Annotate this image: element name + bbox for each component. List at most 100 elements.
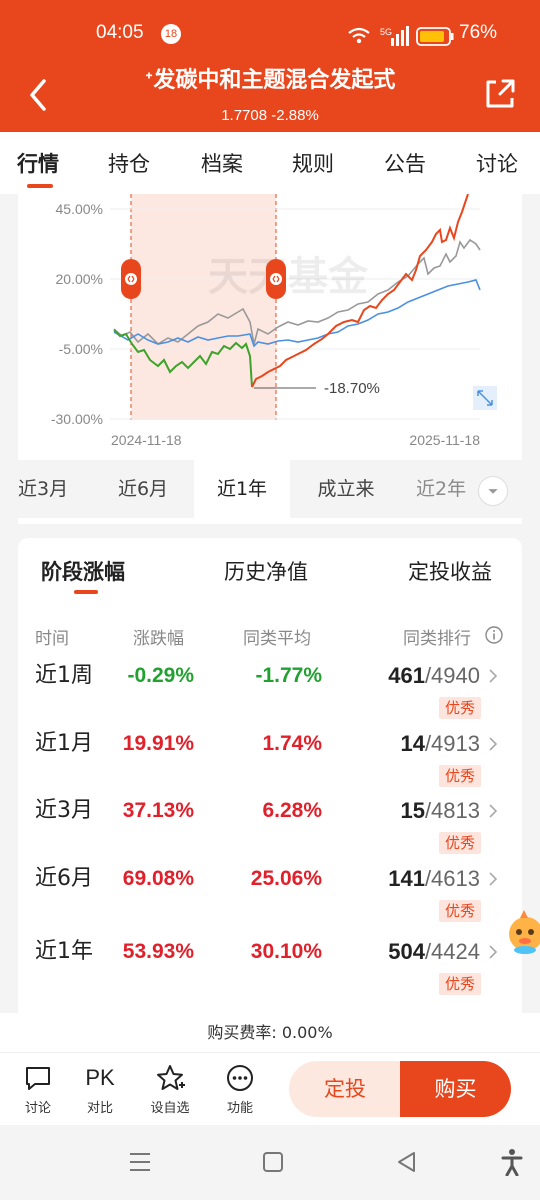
range-1y[interactable]: 近1年 — [194, 460, 290, 518]
rank-total: /4813 — [424, 798, 480, 823]
range-2y[interactable]: 近2年 — [416, 460, 476, 518]
tab-holdings[interactable]: 持仓 — [108, 148, 150, 178]
row-category-average: -1.77% — [255, 664, 322, 687]
row-category-average: 30.10% — [250, 940, 322, 963]
system-nav-bar — [0, 1125, 540, 1200]
add-watchlist-button[interactable]: 设自选 — [142, 1063, 198, 1116]
menu-icon[interactable] — [128, 1151, 152, 1173]
bottom-action-bar: 讨论 PK 对比 设自选 功能 定投 购买 — [0, 1053, 540, 1125]
col-category-rank: 同类排行 — [403, 629, 471, 649]
rank-position: 15 — [400, 798, 425, 823]
rating-badge: 优秀 — [439, 973, 481, 995]
col-change: 涨跌幅 — [133, 629, 184, 649]
status-time: 04:05 — [96, 22, 144, 43]
rank-position: 141 — [388, 866, 425, 891]
col-category-average: 同类平均 — [243, 629, 311, 649]
fund-nav-change: 1.7708 -2.88% — [221, 107, 319, 124]
y-tick-label: -30.00% — [51, 411, 103, 427]
svg-text:5G: 5G — [380, 27, 392, 37]
chevron-right-icon — [489, 804, 498, 818]
col-period: 时间 — [35, 629, 69, 649]
ptab-nav-history[interactable]: 历史净值 — [224, 556, 308, 586]
tab-announcements[interactable]: 公告 — [384, 148, 426, 178]
functions-label: 功能 — [226, 1101, 253, 1116]
row-category-average: 25.06% — [250, 867, 322, 890]
range-6m[interactable]: 近6月 — [98, 460, 188, 518]
home-icon[interactable] — [262, 1151, 284, 1173]
row-period: 近1年 — [35, 939, 93, 964]
chevron-right-icon — [489, 669, 498, 683]
top-tab-bar: 行情 持仓 档案 规则 公告 讨论 — [0, 132, 540, 194]
rating-badge: 优秀 — [439, 697, 481, 719]
range-since-inception[interactable]: 成立来 — [298, 460, 394, 518]
rating-badge: 优秀 — [439, 900, 481, 922]
row-period: 近3月 — [35, 798, 93, 823]
notification-badge: 18 — [161, 24, 181, 44]
range-3m[interactable]: 近3月 — [18, 460, 68, 518]
tab-rules[interactable]: 规则 — [292, 148, 334, 178]
tab-profile[interactable]: 档案 — [201, 148, 243, 178]
chevron-right-icon — [489, 945, 498, 959]
time-range-selector: 近3月 近6月 近1年 成立来 近2年 — [18, 460, 522, 518]
chevron-down-icon[interactable] — [478, 476, 508, 506]
share-icon[interactable] — [482, 76, 518, 112]
tab-discussion[interactable]: 讨论 — [476, 148, 518, 178]
expand-chart-icon[interactable] — [473, 386, 497, 410]
accessibility-icon[interactable] — [500, 1148, 524, 1176]
more-dots-icon — [227, 1065, 253, 1091]
star-add-icon — [157, 1065, 185, 1090]
row-period: 近1周 — [35, 663, 93, 688]
back-triangle-icon[interactable] — [395, 1150, 417, 1174]
y-tick-label: -5.00% — [59, 341, 103, 357]
performance-chart[interactable]: 45.00% 20.00% -5.00% -30.00% 天天基金 -18.70… — [18, 194, 522, 524]
ptab-sip-returns[interactable]: 定投收益 — [408, 556, 492, 586]
rank-total: /4940 — [424, 663, 480, 688]
compare-button[interactable]: PK 对比 — [72, 1063, 128, 1116]
table-row[interactable]: 近1年 53.93% 30.10% 504/4424 优秀 — [18, 935, 522, 1003]
row-rank: 504/4424 — [318, 935, 480, 969]
purchase-fee-text: 购买费率: 0.00% — [0, 1013, 540, 1053]
chat-bubble-icon — [26, 1067, 50, 1090]
row-change: 37.13% — [122, 799, 194, 822]
y-tick-label: 20.00% — [56, 271, 103, 287]
table-row[interactable]: 近6月 69.08% 25.06% 141/4613 优秀 — [18, 862, 522, 930]
y-tick-label: 45.00% — [56, 201, 103, 217]
tab-market[interactable]: 行情 — [17, 148, 59, 178]
row-change: 53.93% — [122, 940, 194, 963]
table-row[interactable]: 近1月 19.91% 1.74% 14/4913 优秀 — [18, 727, 522, 795]
row-rank: 14/4913 — [318, 727, 480, 761]
table-row[interactable]: 近1周 -0.29% -1.77% 461/4940 优秀 — [18, 659, 522, 727]
compare-label: 对比 — [86, 1101, 113, 1116]
buy-button[interactable]: 购买 — [400, 1061, 511, 1117]
range-handle-left[interactable] — [121, 259, 141, 299]
rank-total: /4613 — [424, 866, 480, 891]
rank-total: /4913 — [424, 731, 480, 756]
row-change: 69.08% — [122, 867, 194, 890]
min-value-label: -18.70% — [324, 380, 380, 397]
performance-card: 阶段涨幅 历史净值 定投收益 时间 涨跌幅 同类平均 同类排行 近1周 -0.2… — [18, 538, 522, 1013]
battery-percent: 76% — [459, 22, 498, 43]
table-row[interactable]: 近3月 37.13% 6.28% 15/4813 优秀 — [18, 794, 522, 862]
discuss-button[interactable]: 讨论 — [10, 1063, 66, 1116]
rank-total: /4424 — [424, 939, 480, 964]
rank-position: 504 — [388, 939, 425, 964]
range-handle-right[interactable] — [266, 259, 286, 299]
ptab-stage-returns[interactable]: 阶段涨幅 — [41, 556, 125, 586]
row-change: -0.29% — [127, 664, 194, 687]
chevron-right-icon — [489, 872, 498, 886]
info-icon[interactable] — [484, 625, 504, 645]
sip-button[interactable]: 定投 — [289, 1061, 401, 1117]
rating-badge: 优秀 — [439, 832, 481, 854]
rating-badge: 优秀 — [439, 765, 481, 787]
watchlist-label: 设自选 — [150, 1101, 190, 1116]
rank-position: 14 — [400, 731, 425, 756]
active-tab-indicator — [27, 184, 53, 188]
floating-assistant-icon[interactable] — [504, 906, 540, 962]
row-change: 19.91% — [122, 732, 194, 755]
row-category-average: 6.28% — [262, 799, 322, 822]
discuss-label: 讨论 — [24, 1101, 51, 1116]
watermark-text: 天天基金 — [208, 253, 369, 300]
fund-title: ᐩ发碳中和主题混合发起式 — [144, 68, 396, 93]
row-period: 近1月 — [35, 731, 93, 756]
functions-button[interactable]: 功能 — [212, 1063, 268, 1116]
